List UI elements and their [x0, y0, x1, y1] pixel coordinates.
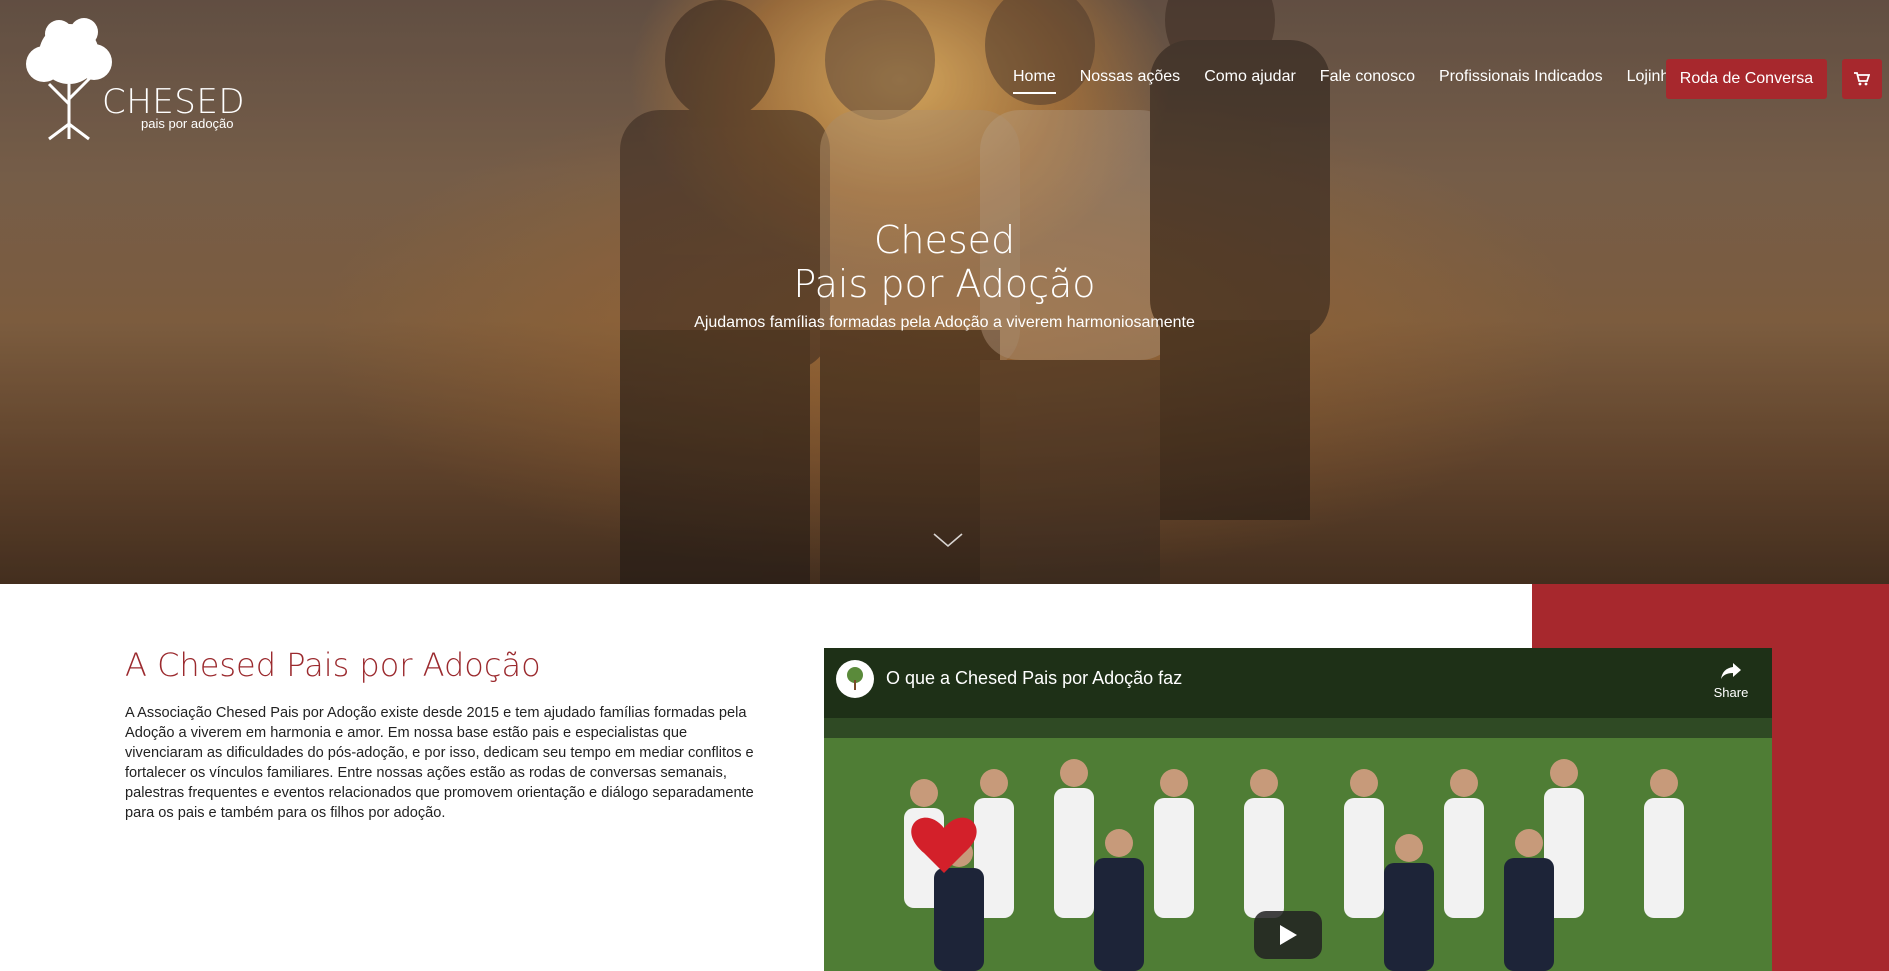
tree-logo-icon: [847, 667, 863, 690]
channel-avatar[interactable]: [836, 660, 874, 698]
play-button[interactable]: [1254, 911, 1322, 959]
nav-item-home[interactable]: Home: [1013, 58, 1056, 96]
hero-title-line2: Pais por Adoção: [793, 262, 1096, 306]
chevron-down-icon[interactable]: [932, 530, 964, 550]
main-nav: Home Nossas ações Como ajudar Fale conos…: [1013, 58, 1702, 96]
about-title: A Chesed Pais por Adoção: [125, 646, 541, 684]
nav-item-fale-conosco[interactable]: Fale conosco: [1320, 58, 1415, 96]
nav-item-nossas-acoes[interactable]: Nossas ações: [1080, 58, 1181, 96]
share-label: Share: [1713, 685, 1749, 700]
cart-button[interactable]: [1842, 59, 1882, 99]
roda-de-conversa-button[interactable]: Roda de Conversa: [1666, 59, 1827, 99]
about-text: A Associação Chesed Pais por Adoção exis…: [125, 705, 754, 821]
share-button[interactable]: Share: [1708, 662, 1754, 700]
logo[interactable]: CHESED pais por adoção: [14, 14, 245, 144]
play-icon: [1280, 925, 1297, 945]
nav-item-como-ajudar[interactable]: Como ajudar: [1204, 58, 1296, 96]
hero-subtitle: Ajudamos famílias formadas pela Adoção a…: [694, 314, 1195, 331]
share-icon: [1721, 663, 1741, 679]
hero-title-line1: Chesed: [873, 218, 1016, 262]
hero-section: CHESED pais por adoção Home Nossas ações…: [0, 0, 1889, 584]
video-player[interactable]: O que a Chesed Pais por Adoção faz Share: [824, 648, 1772, 971]
tree-logo-icon: [26, 18, 112, 141]
video-title[interactable]: O que a Chesed Pais por Adoção faz: [886, 668, 1182, 689]
cart-icon: [1854, 72, 1870, 86]
nav-item-profissionais-indicados[interactable]: Profissionais Indicados: [1439, 58, 1603, 96]
brand-tagline: pais por adoção: [141, 116, 234, 131]
